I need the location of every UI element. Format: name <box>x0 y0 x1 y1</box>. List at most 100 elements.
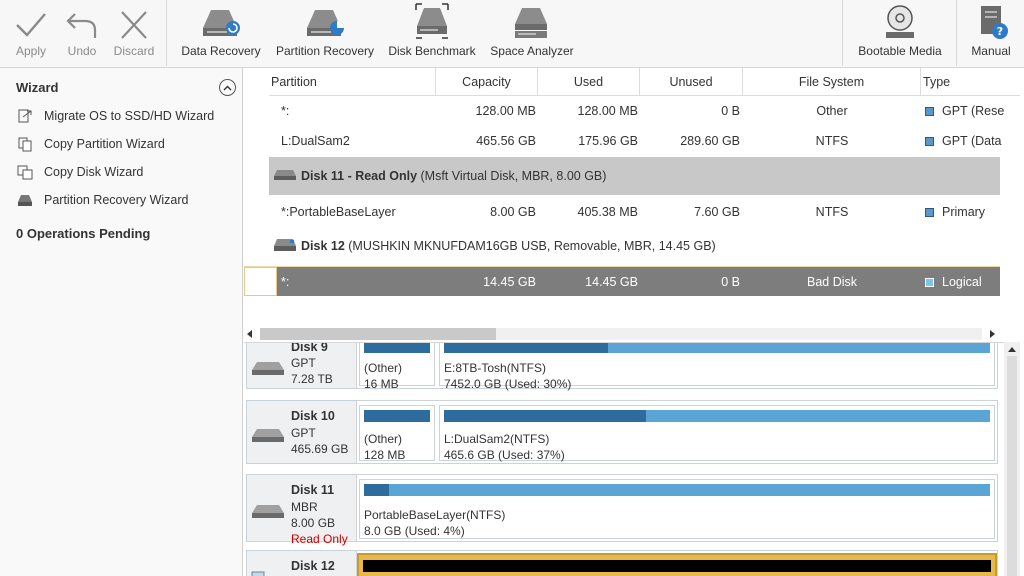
toolbar-separator <box>842 0 843 66</box>
partition-block[interactable]: E:8TB-Tosh(NTFS) 7452.0 GB (Used: 30%) <box>439 343 995 391</box>
space-analyzer-label: Space Analyzer <box>490 44 574 58</box>
disk-detail: (MUSHKIN MKNUFDAM16GB USB, Removable, MB… <box>344 239 716 253</box>
type-label: GPT (Rese <box>942 104 1005 118</box>
disk-card-12[interactable]: Disk 12 <box>246 550 998 576</box>
partition-type-icon <box>925 107 934 116</box>
partition-block-selected[interactable] <box>357 553 997 576</box>
scroll-thumb[interactable] <box>260 328 496 340</box>
undo-button[interactable]: Undo <box>62 0 102 66</box>
partition-label: (Other) <box>364 361 403 375</box>
disk-benchmark-label: Disk Benchmark <box>388 44 476 58</box>
partition-type-icon <box>925 137 934 146</box>
disk-icon <box>252 362 284 375</box>
partition-recovery-icon <box>307 10 344 36</box>
cell-capacity: 128.00 MB <box>475 104 536 118</box>
cell-type: Primary <box>925 197 985 227</box>
wizard-item-partition-recovery[interactable]: Partition Recovery Wizard <box>16 190 189 210</box>
partition-label: L:DualSam2(NTFS) <box>444 432 550 446</box>
disk-size: 465.69 GB <box>291 442 349 456</box>
wizard-item-copy-partition[interactable]: Copy Partition Wizard <box>16 134 165 154</box>
manual-help-icon: ? <box>981 6 1008 39</box>
disk-card-9[interactable]: Disk 9 GPT 7.28 TB (Other) 16 MB E:8TB-T… <box>246 343 998 391</box>
partition-label: (Other) <box>364 432 403 446</box>
col-unused[interactable]: Unused <box>640 68 743 96</box>
discard-button[interactable]: Discard <box>110 0 158 66</box>
space-analyzer-button[interactable]: Space Analyzer <box>486 0 578 66</box>
col-partition[interactable]: Partition <box>269 68 436 96</box>
disk-header-row[interactable]: Disk 11 - Read Only (Msft Virtual Disk, … <box>269 157 1000 195</box>
wizard-panel: Wizard Migrate OS to SSD/HD Wizard Copy … <box>0 68 243 576</box>
scroll-left-icon <box>247 330 252 338</box>
undo-label: Undo <box>67 44 97 58</box>
type-label: Logical <box>942 275 982 289</box>
bootable-media-icon <box>886 5 914 38</box>
wizard-item-copy-disk[interactable]: Copy Disk Wizard <box>16 162 143 182</box>
col-type[interactable]: Type <box>921 68 1020 96</box>
partition-type-icon <box>925 278 934 287</box>
table-header: Partition Capacity Used Unused File Syst… <box>269 68 1020 96</box>
check-icon <box>16 13 46 37</box>
scroll-thumb[interactable] <box>1007 356 1017 576</box>
operations-pending: 0 Operations Pending <box>16 226 151 241</box>
manual-button[interactable]: ? Manual <box>964 0 1018 66</box>
col-used[interactable]: Used <box>538 68 640 96</box>
disk-icon <box>252 505 284 518</box>
wizard-item-label: Copy Partition Wizard <box>44 137 165 151</box>
disk-card-10[interactable]: Disk 10 GPT 465.69 GB (Other) 128 MB L:D… <box>246 400 998 464</box>
table-row-selected[interactable]: *: 14.45 GB 14.45 GB 0 B Bad Disk Logica… <box>244 266 1000 296</box>
partition-recovery-button[interactable]: Partition Recovery <box>272 0 378 66</box>
cell-type: GPT (Data <box>925 126 1002 156</box>
disk-info: Disk 10 GPT 465.69 GB <box>247 401 357 463</box>
toolbar-separator <box>166 0 167 66</box>
partition-bar <box>363 560 991 572</box>
cell-partition: L:DualSam2 <box>281 134 350 148</box>
wizard-item-migrate-os[interactable]: Migrate OS to SSD/HD Wizard <box>16 106 214 126</box>
cell-capacity: 8.00 GB <box>490 205 536 219</box>
partition-size: 8.0 GB (Used: 4%) <box>364 524 465 538</box>
disk-info: Disk 11 MBR 8.00 GB Read Only <box>247 475 357 546</box>
partition-block[interactable]: PortableBaseLayer(NTFS) 8.0 GB (Used: 4%… <box>359 479 995 539</box>
partition-recovery-label: Partition Recovery <box>275 44 375 58</box>
disk-benchmark-button[interactable]: Disk Benchmark <box>386 0 478 66</box>
partition-block[interactable]: L:DualSam2(NTFS) 465.6 GB (Used: 37%) <box>439 405 995 462</box>
disk-name: Disk 10 <box>291 409 335 423</box>
partition-size: 128 MB <box>364 448 406 462</box>
disk-card-11[interactable]: Disk 11 MBR 8.00 GB Read Only PortableBa… <box>246 474 998 546</box>
collapse-button[interactable] <box>219 79 236 96</box>
apply-button[interactable]: Apply <box>8 0 54 66</box>
table-row[interactable]: *: 128.00 MB 128.00 MB 0 B Other GPT (Re… <box>269 96 1004 126</box>
partition-bar <box>444 410 990 422</box>
migrate-os-icon <box>16 107 34 125</box>
disk-style: GPT <box>291 426 316 440</box>
toolbar: Apply Undo Discard Data Recovery Partiti… <box>0 0 1024 68</box>
disk-icon <box>252 429 284 442</box>
partition-label: E:8TB-Tosh(NTFS) <box>444 361 547 375</box>
copy-disk-icon <box>16 163 34 181</box>
row-selector <box>244 267 277 296</box>
vertical-scrollbar[interactable] <box>1004 342 1020 576</box>
scroll-track[interactable] <box>260 328 982 340</box>
table-row[interactable]: L:DualSam2 465.56 GB 175.96 GB 289.60 GB… <box>269 126 1002 156</box>
disk-header-row[interactable]: Disk 12 (MUSHKIN MKNUFDAM16GB USB, Remov… <box>269 228 1000 264</box>
partition-bar <box>364 343 430 353</box>
cell-used: 405.38 MB <box>577 205 638 219</box>
data-recovery-button[interactable]: Data Recovery <box>178 0 264 66</box>
cell-file-system: Other <box>816 104 848 118</box>
cell-unused: 0 B <box>721 104 740 118</box>
disk-name: Disk 12 <box>301 239 345 253</box>
svg-text:?: ? <box>997 25 1003 38</box>
usb-disk-icon <box>274 239 296 251</box>
col-file-system[interactable]: File System <box>743 68 921 96</box>
disk-name: Disk 12 <box>291 559 335 573</box>
bootable-media-button[interactable]: Bootable Media <box>852 0 948 66</box>
col-capacity[interactable]: Capacity <box>436 68 538 96</box>
partition-block[interactable]: (Other) 16 MB <box>359 343 435 391</box>
partition-label: PortableBaseLayer(NTFS) <box>364 508 506 522</box>
partition-bar <box>444 343 990 353</box>
horizontal-scrollbar[interactable] <box>244 326 1000 342</box>
cell-file-system: Bad Disk <box>806 275 858 289</box>
partition-block[interactable]: (Other) 128 MB <box>359 405 435 462</box>
disk-icon <box>274 170 296 180</box>
scroll-up-icon <box>1008 347 1016 352</box>
table-row[interactable]: *:PortableBaseLayer 8.00 GB 405.38 MB 7.… <box>269 197 1000 227</box>
